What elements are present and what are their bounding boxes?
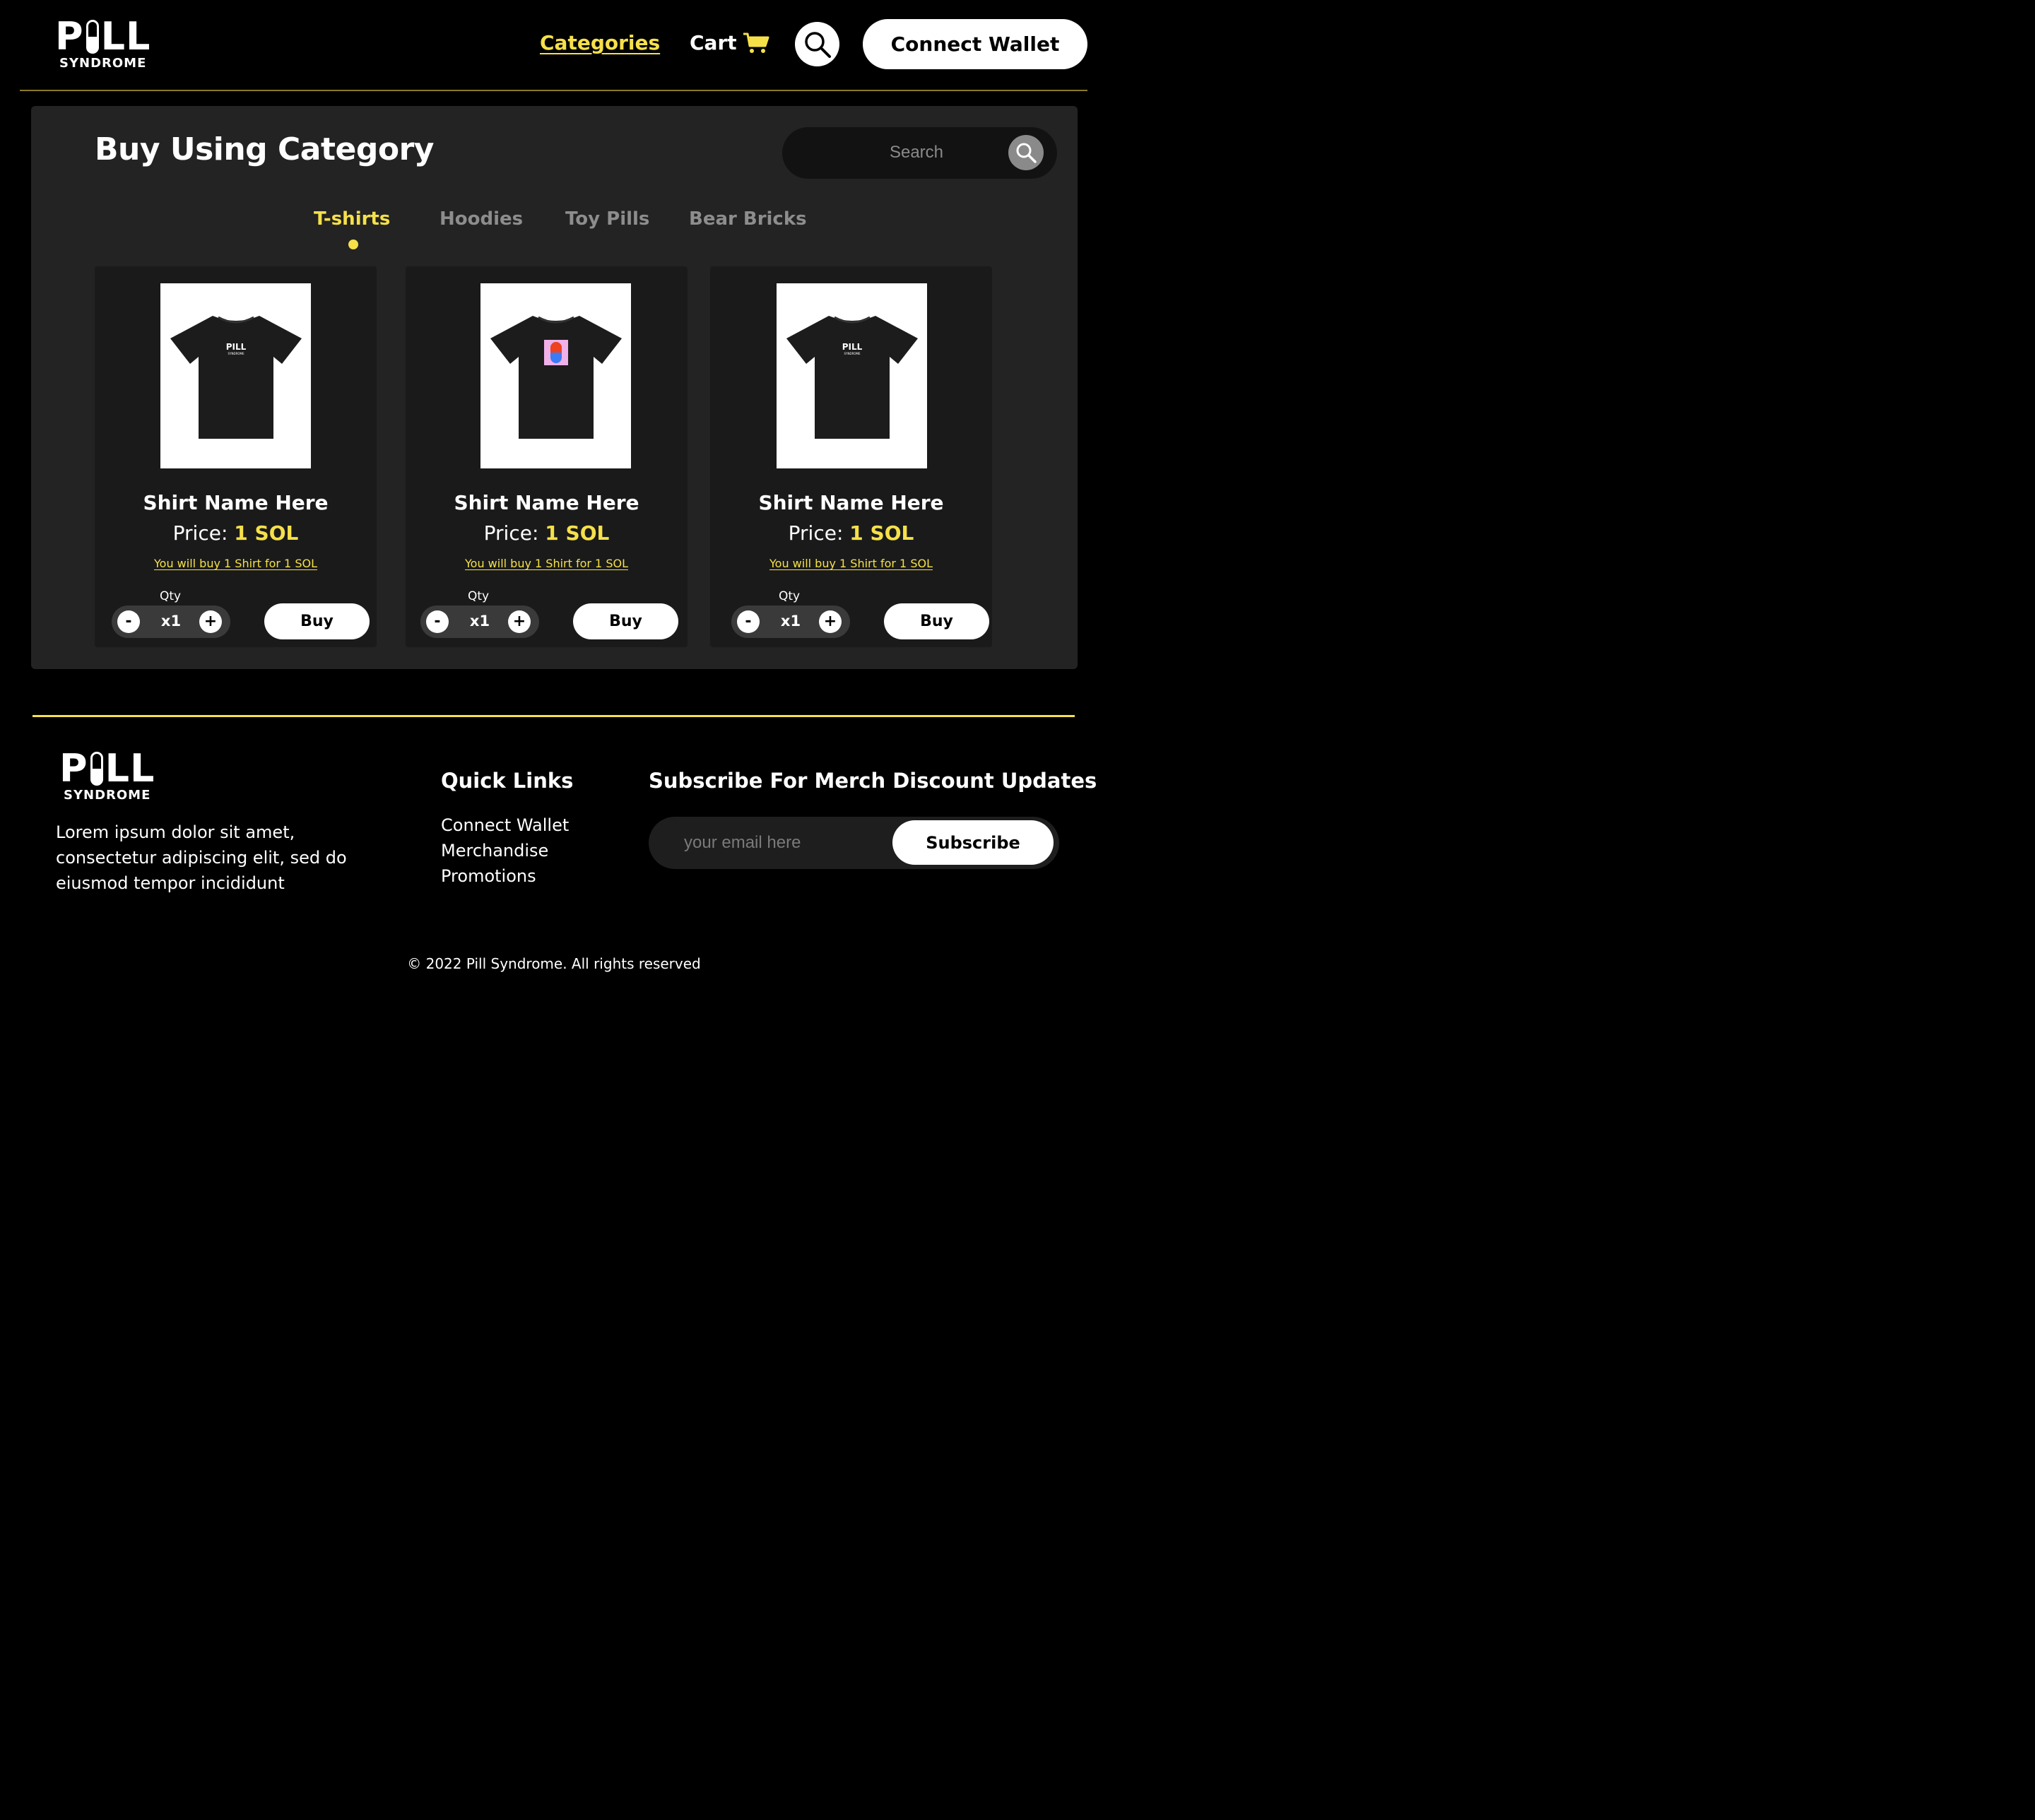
product-price: Price: 1 SOL (406, 521, 688, 545)
subscribe-form: Subscribe (649, 817, 1059, 869)
decrement-button[interactable]: - (426, 610, 449, 633)
search-icon (1016, 143, 1037, 163)
tab-hoodies[interactable]: Hoodies (440, 208, 523, 230)
logo-letters-ll: LL (100, 14, 151, 59)
category-search (782, 127, 1057, 179)
capsule-icon (85, 20, 99, 54)
price-value: 1 SOL (545, 521, 610, 545)
nav-link-cart[interactable]: Cart (690, 31, 769, 54)
decrement-button[interactable]: - (117, 610, 140, 633)
svg-text:SYNDROME: SYNDROME (844, 352, 860, 355)
product-card: PILL SYNDROME Shirt Name Here Price: 1 S… (95, 266, 377, 647)
quantity-stepper: - x1 + (731, 605, 850, 638)
increment-button[interactable]: + (508, 610, 531, 633)
copyright-text: © 2022 Pill Syndrome. All rights reserve… (407, 955, 701, 972)
product-card: Shirt Name Here Price: 1 SOL You will bu… (406, 266, 688, 647)
increment-button[interactable]: + (819, 610, 842, 633)
quantity-stepper: - x1 + (420, 605, 539, 638)
quick-link-promotions[interactable]: Promotions (441, 863, 569, 889)
increment-button[interactable]: + (199, 610, 222, 633)
connect-wallet-button[interactable]: Connect Wallet (863, 19, 1087, 69)
decrement-button[interactable]: - (737, 610, 760, 633)
logo-wordmark: P LL (55, 14, 151, 59)
header-logo[interactable]: P LL SYNDROME (55, 18, 151, 71)
email-input[interactable] (684, 831, 889, 855)
search-input[interactable] (825, 140, 1008, 165)
nav-link-categories[interactable]: Categories (540, 31, 660, 54)
quick-link-merchandise[interactable]: Merchandise (441, 838, 569, 863)
logo-letter-p: P (55, 14, 84, 59)
product-image[interactable]: PILL SYNDROME (777, 283, 927, 468)
purchase-summary-link[interactable]: You will buy 1 Shirt for 1 SOL (406, 557, 688, 570)
product-card: PILL SYNDROME Shirt Name Here Price: 1 S… (710, 266, 992, 647)
quantity-value: x1 (160, 613, 182, 630)
capsule-icon (90, 752, 103, 786)
buy-button[interactable]: Buy (264, 603, 370, 639)
purchase-summary-link[interactable]: You will buy 1 Shirt for 1 SOL (710, 557, 992, 570)
product-name: Shirt Name Here (454, 491, 639, 514)
quick-links-list: Connect Wallet Merchandise Promotions (441, 812, 569, 889)
price-value: 1 SOL (849, 521, 914, 545)
search-icon (804, 31, 831, 58)
quantity-value: x1 (780, 613, 801, 630)
tab-bear-bricks[interactable]: Bear Bricks (689, 208, 807, 230)
product-image[interactable]: PILL SYNDROME (160, 283, 311, 468)
quantity-stepper: - x1 + (112, 605, 230, 638)
price-label: Price: (172, 521, 228, 545)
quantity-value: x1 (469, 613, 490, 630)
quick-links-title: Quick Links (441, 769, 574, 793)
product-price: Price: 1 SOL (710, 521, 992, 545)
tshirt-image: PILL SYNDROME (786, 316, 918, 439)
qty-label: Qty (779, 589, 801, 603)
subscribe-button[interactable]: Subscribe (892, 820, 1054, 865)
search-submit-button[interactable] (1008, 135, 1044, 170)
price-value: 1 SOL (234, 521, 299, 545)
tab-toy-pills[interactable]: Toy Pills (565, 208, 649, 230)
tshirt-image (490, 316, 622, 439)
header-search-button[interactable] (795, 22, 839, 66)
cart-icon (743, 32, 769, 53)
product-name: Shirt Name Here (143, 491, 329, 514)
purchase-summary-link[interactable]: You will buy 1 Shirt for 1 SOL (95, 557, 377, 570)
footer-logo[interactable]: P LL SYNDROME (59, 750, 155, 803)
svg-text:PILL: PILL (842, 342, 862, 352)
logo-letter-p: P (59, 746, 88, 791)
product-image[interactable] (480, 283, 631, 468)
product-name: Shirt Name Here (758, 491, 944, 514)
logo-subtitle: SYNDROME (59, 56, 147, 71)
logo-letters-ll: LL (105, 746, 155, 791)
svg-text:SYNDROME: SYNDROME (228, 352, 244, 355)
buy-button[interactable]: Buy (884, 603, 989, 639)
tshirt-image: PILL SYNDROME (170, 316, 302, 439)
tab-t-shirts[interactable]: T-shirts (314, 208, 390, 230)
price-label: Price: (788, 521, 844, 545)
header-divider (20, 90, 1087, 91)
logo-subtitle: SYNDROME (64, 788, 151, 803)
footer-divider (33, 715, 1075, 717)
price-label: Price: (483, 521, 539, 545)
subscribe-title: Subscribe For Merch Discount Updates (649, 769, 1097, 793)
svg-text:PILL: PILL (225, 342, 246, 352)
page-title: Buy Using Category (95, 131, 434, 167)
qty-label: Qty (468, 589, 490, 603)
quick-link-connect-wallet[interactable]: Connect Wallet (441, 812, 569, 838)
active-tab-indicator (348, 240, 358, 249)
product-price: Price: 1 SOL (95, 521, 377, 545)
qty-label: Qty (160, 589, 182, 603)
buy-button[interactable]: Buy (573, 603, 678, 639)
logo-wordmark: P LL (59, 746, 155, 791)
footer-description: Lorem ipsum dolor sit amet, consectetur … (56, 822, 347, 893)
cart-label: Cart (690, 31, 737, 54)
